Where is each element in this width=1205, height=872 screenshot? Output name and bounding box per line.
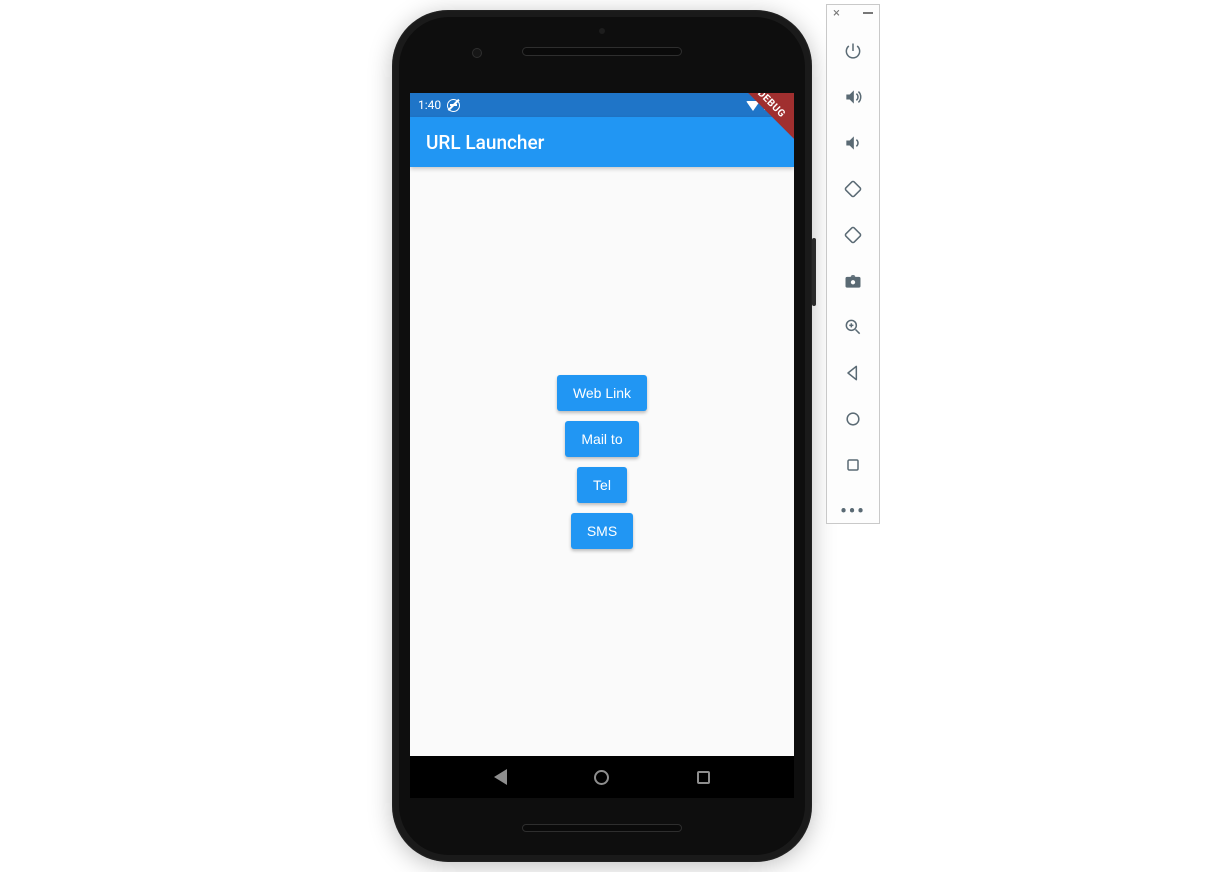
phone-bottom-speaker [522, 824, 682, 832]
sms-button[interactable]: SMS [571, 513, 633, 549]
emulator-close-button[interactable]: × [833, 7, 840, 20]
app-bar: URL Launcher [410, 117, 794, 167]
emulator-toolbar-header: × [827, 5, 879, 21]
web-link-button[interactable]: Web Link [557, 375, 647, 411]
battery-icon [778, 99, 786, 112]
home-icon[interactable] [841, 407, 865, 431]
app-body: Web Link Mail to Tel SMS [410, 167, 794, 756]
volume-up-icon[interactable] [841, 85, 865, 109]
wifi-icon [746, 101, 760, 111]
phone-sensor-dot [599, 28, 605, 34]
back-icon[interactable] [841, 361, 865, 385]
status-bar-right [746, 99, 786, 112]
status-bar: 1:40 [410, 93, 794, 117]
status-time: 1:40 [418, 98, 441, 112]
nav-home-button[interactable] [594, 770, 609, 785]
phone-device-frame: 1:40 DEBUG URL Launcher Web Link Mail to [392, 10, 812, 862]
cell-signal-icon [764, 100, 774, 110]
emulator-toolbar-body: ••• [841, 21, 865, 523]
nav-recent-button[interactable] [697, 771, 710, 784]
phone-earpiece [522, 47, 682, 56]
status-bar-left: 1:40 [418, 98, 460, 112]
android-nav-bar [410, 756, 794, 798]
emulator-toolbar: × •• [826, 4, 880, 524]
app-bar-title: URL Launcher [426, 131, 544, 154]
power-icon[interactable] [841, 39, 865, 63]
do-not-disturb-icon [447, 99, 460, 112]
rotate-left-icon[interactable] [841, 177, 865, 201]
overview-icon[interactable] [841, 453, 865, 477]
rotate-right-icon[interactable] [841, 223, 865, 247]
phone-front-camera [472, 48, 482, 58]
mail-to-button[interactable]: Mail to [565, 421, 638, 457]
volume-down-icon[interactable] [841, 131, 865, 155]
phone-screen: 1:40 DEBUG URL Launcher Web Link Mail to [410, 93, 794, 798]
phone-side-button [812, 238, 816, 306]
android-screen: 1:40 DEBUG URL Launcher Web Link Mail to [410, 93, 794, 798]
emulator-minimize-button[interactable] [863, 12, 873, 14]
zoom-icon[interactable] [841, 315, 865, 339]
screenshot-icon[interactable] [841, 269, 865, 293]
more-icon[interactable]: ••• [841, 499, 865, 523]
tel-button[interactable]: Tel [577, 467, 627, 503]
nav-back-button[interactable] [494, 769, 507, 785]
